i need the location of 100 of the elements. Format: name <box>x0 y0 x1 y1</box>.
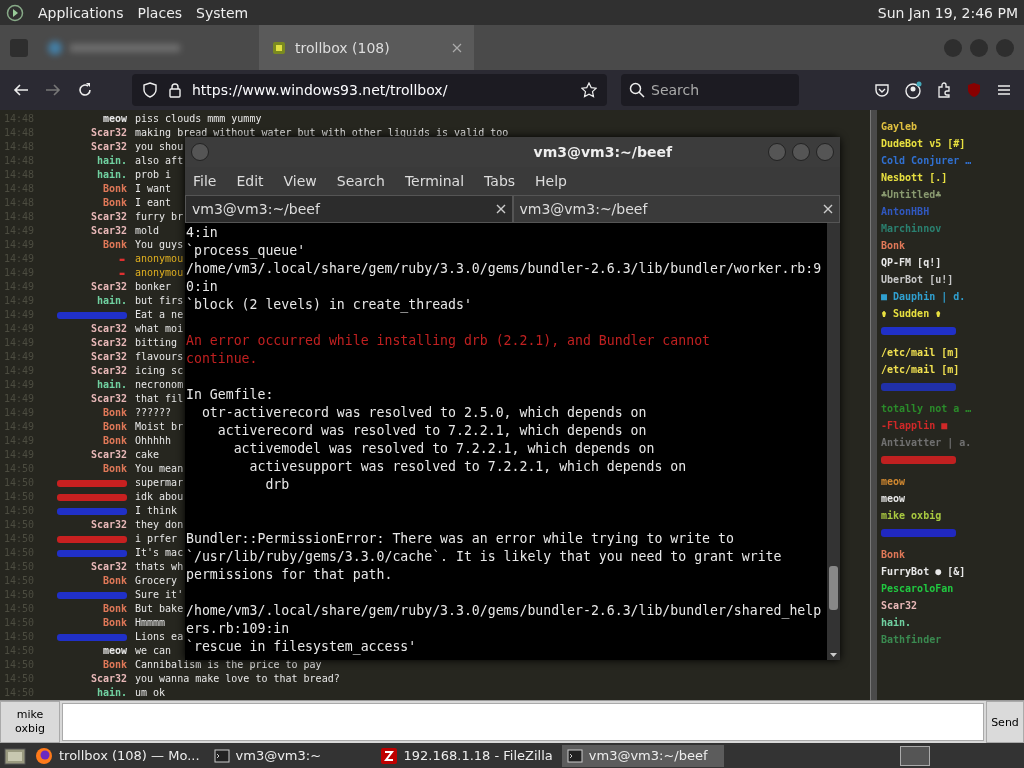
taskbar-item[interactable]: trollbox (108) — Mo... <box>30 744 205 767</box>
chat-nick[interactable]: Scar32 <box>90 364 127 378</box>
maximize-icon[interactable] <box>792 143 810 161</box>
terminal-tab[interactable]: vm3@vm3:~/beef <box>185 195 513 223</box>
user-name[interactable]: ♣Untitled♣ <box>881 189 942 200</box>
menu-item[interactable]: Terminal <box>404 173 465 189</box>
chat-nick[interactable]: Scar32 <box>90 350 127 364</box>
chat-nick[interactable]: Scar32 <box>90 392 127 406</box>
taskbar-item[interactable]: vm3@vm3:~/beef <box>561 744 724 767</box>
menu-item[interactable]: Search <box>336 173 385 189</box>
chat-nick[interactable]: Bonk <box>102 196 127 210</box>
panel-menu[interactable]: System <box>196 4 249 21</box>
minimize-icon[interactable] <box>768 143 786 161</box>
puzzle-icon[interactable] <box>936 82 952 98</box>
window-menu-icon[interactable] <box>191 143 209 161</box>
chat-nick[interactable]: Bonk <box>102 182 127 196</box>
chat-nick[interactable]: meow <box>102 112 127 126</box>
user-name[interactable]: DudeBot v5 [#] <box>881 138 966 149</box>
user-name[interactable]: Bathfinder <box>881 634 942 645</box>
nickname-button[interactable]: mike oxbig <box>0 701 60 743</box>
send-button[interactable]: Send <box>986 701 1024 743</box>
menu-item[interactable]: File <box>193 173 217 189</box>
scroll-down-icon[interactable] <box>827 650 840 660</box>
user-name[interactable]: QP-FM [q!] <box>881 257 942 268</box>
user-name[interactable]: Bonk <box>881 240 906 251</box>
scrollbar[interactable] <box>827 223 840 660</box>
user-name[interactable]: mike oxbig <box>881 510 942 521</box>
reload-icon[interactable] <box>76 81 94 99</box>
panel-menu[interactable]: Applications <box>38 4 124 21</box>
chat-nick[interactable]: Scar32 <box>90 280 127 294</box>
user-name[interactable]: hain. <box>881 617 912 628</box>
menu-icon[interactable] <box>996 82 1012 98</box>
chat-nick[interactable]: Bonk <box>102 462 127 476</box>
user-name[interactable]: UberBot [u!] <box>881 274 954 285</box>
chat-nick[interactable]: Bonk <box>102 420 127 434</box>
chat-nick[interactable]: Bonk <box>102 602 127 616</box>
lock-icon[interactable] <box>168 82 182 98</box>
user-name[interactable]: Bonk <box>881 549 906 560</box>
chat-nick[interactable]: hain. <box>96 294 127 308</box>
output-line: 0:in <box>186 279 218 294</box>
chat-nick[interactable]: hain. <box>96 154 127 168</box>
chat-nick[interactable]: Bonk <box>102 406 127 420</box>
user-name[interactable]: /etc/mail [m] <box>881 364 960 375</box>
chat-nick[interactable]: Bonk <box>102 434 127 448</box>
panel-menu[interactable]: Places <box>137 4 183 21</box>
show-desktop-icon[interactable] <box>4 745 26 766</box>
search-icon <box>629 82 645 98</box>
user-name[interactable]: ■ Dauphin | d. <box>881 291 966 302</box>
terminal-tab[interactable]: vm3@vm3:~/beef <box>512 195 840 223</box>
chat-nick[interactable]: Bonk <box>102 616 127 630</box>
user-name[interactable]: Gayleb <box>881 121 918 132</box>
menu-item[interactable]: Tabs <box>484 173 516 189</box>
pocket-icon[interactable] <box>874 82 890 98</box>
chat-nick[interactable]: Scar32 <box>90 322 127 336</box>
menu-item[interactable]: Help <box>535 173 567 189</box>
scroll-thumb[interactable] <box>829 566 838 610</box>
user-name[interactable]: Scar32 <box>881 600 918 611</box>
browser-tab[interactable]: trollbox (108) <box>259 25 474 70</box>
account-icon[interactable] <box>904 81 922 99</box>
chat-nick[interactable]: Scar32 <box>90 448 127 462</box>
app-menu-icon[interactable] <box>6 3 24 22</box>
chat-nick[interactable]: Scar32 <box>90 140 127 154</box>
chat-nick[interactable]: Bonk <box>102 574 127 588</box>
output-line: activemodel was resolved to 7.2.2.1, which depends on <box>232 441 655 456</box>
chat-nick[interactable]: Bonk <box>102 658 127 672</box>
chat-nick[interactable]: meow <box>102 644 127 658</box>
chat-nick[interactable]: Scar32 <box>90 560 127 574</box>
user-name[interactable]: meow <box>881 493 906 504</box>
chat-nick[interactable]: Scar32 <box>90 336 127 350</box>
pane-splitter[interactable] <box>870 110 877 700</box>
chat-nick[interactable]: hain. <box>96 168 127 182</box>
address-bar[interactable]: https://www.windows93.net/trollbox/ <box>132 74 607 106</box>
shield-icon[interactable] <box>142 82 158 98</box>
message-text: anonymou <box>135 266 184 280</box>
chat-nick[interactable]: hain. <box>96 686 127 700</box>
user-name[interactable]: meow <box>881 476 906 487</box>
chat-nick[interactable]: hain. <box>96 378 127 392</box>
workspace-switcher[interactable] <box>900 745 930 766</box>
taskbar-item[interactable]: vm3@vm3:~ <box>208 744 371 767</box>
user-name[interactable]: /etc/mail [m] <box>881 347 960 358</box>
user-name[interactable]: FurryBot ● [&] <box>881 566 966 577</box>
star-icon[interactable] <box>581 82 597 98</box>
menu-item[interactable]: Edit <box>236 173 264 189</box>
user-name[interactable]: Nesbott [.] <box>881 172 948 183</box>
chat-nick[interactable]: Scar32 <box>90 210 127 224</box>
user-name[interactable]: PescaroloFan <box>881 583 954 594</box>
message-text: i prfer <box>135 532 178 546</box>
message-text: also aft <box>135 154 184 168</box>
chat-nick[interactable]: Scar32 <box>90 518 127 532</box>
user-name[interactable]: ⚱ Sudden ⚱ <box>881 308 942 319</box>
chat-nick[interactable]: Scar32 <box>90 126 127 140</box>
message-input[interactable] <box>62 703 984 741</box>
chat-nick[interactable]: Scar32 <box>90 672 127 686</box>
chat-nick[interactable]: Scar32 <box>90 224 127 238</box>
message-text: But bake <box>135 602 184 616</box>
taskbar-item[interactable]: 192.168.1.18 - FileZilla <box>374 744 558 767</box>
message-text: supermar <box>135 476 184 490</box>
chat-nick[interactable]: Bonk <box>102 238 127 252</box>
search-field[interactable]: Search <box>621 74 799 106</box>
menu-item[interactable]: View <box>283 173 317 189</box>
